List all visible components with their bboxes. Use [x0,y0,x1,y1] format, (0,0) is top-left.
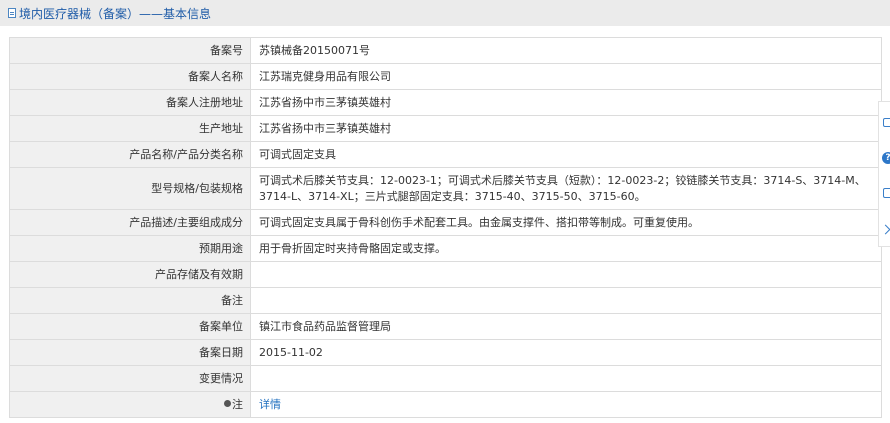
row-value-registrant-name: 江苏瑞克健身用品有限公司 [250,63,882,90]
table-row: 变更情况 [9,365,882,392]
row-value-record-number: 苏镇械备20150071号 [250,37,882,64]
row-value-filing-authority: 镇江市食品药品监督管理局 [250,313,882,340]
table-row: 备案单位 镇江市食品药品监督管理局 [9,313,882,340]
table-row: 预期用途 用于骨折固定时夹持骨骼固定或支撑。 [9,235,882,262]
row-label-production-address: 生产地址 [9,115,251,142]
table-row: 型号规格/包装规格 可调式术后膝关节支具：12-0023-1；可调式术后膝关节支… [9,167,882,210]
row-label-registrant-name: 备案人名称 [9,63,251,90]
row-label-filing-date: 备案日期 [9,339,251,366]
copy-button[interactable] [881,186,890,202]
table-row: 生产地址 江苏省扬中市三茅镇英雄村 [9,115,882,142]
row-value-product-name: 可调式固定支具 [250,141,882,168]
row-label-registrant-address: 备案人注册地址 [9,89,251,116]
table-row: 备案日期 2015-11-02 [9,339,882,366]
row-label-storage-validity: 产品存储及有效期 [9,261,251,288]
row-label-intended-use: 预期用途 [9,235,251,262]
page-title: 境内医疗器械（备案）——基本信息 [19,6,212,21]
info-table: 备案号 苏镇械备20150071号 备案人名称 江苏瑞克健身用品有限公司 备案人… [9,37,882,418]
row-value-note: 详情 [250,391,882,418]
note-icon [224,400,231,407]
note-label: 注 [232,397,243,411]
table-row: 备案号 苏镇械备20150071号 [9,37,882,64]
row-value-product-description: 可调式固定支具属于骨科创伤手术配套工具。由金属支撑件、搭扣带等制成。可重复使用。 [250,209,882,236]
side-toolbar: ? [878,101,890,247]
table-row: 产品名称/产品分类名称 可调式固定支具 [9,141,882,168]
table-row: 产品描述/主要组成成分 可调式固定支具属于骨科创伤手术配套工具。由金属支撑件、搭… [9,209,882,236]
row-value-storage-validity [250,261,882,288]
row-label-filing-authority: 备案单位 [9,313,251,340]
chevron-right-icon [881,224,890,235]
details-link[interactable]: 详情 [259,398,281,411]
table-row: 注 详情 [9,391,882,418]
row-label-remarks: 备注 [9,287,251,314]
help-button[interactable]: ? [881,150,890,166]
row-value-filing-date: 2015-11-02 [250,339,882,366]
document-icon [8,8,16,18]
page-header: 境内医疗器械（备案）——基本信息 [0,0,890,26]
help-icon: ? [882,152,890,164]
copy-icon [883,188,890,198]
table-row: 备注 [9,287,882,314]
row-value-model-spec: 可调式术后膝关节支具：12-0023-1；可调式术后膝关节支具（短款）：12-0… [250,167,882,210]
table-row: 备案人注册地址 江苏省扬中市三茅镇英雄村 [9,89,882,116]
row-value-registrant-address: 江苏省扬中市三茅镇英雄村 [250,89,882,116]
row-label-note: 注 [9,391,251,418]
row-label-change-status: 变更情况 [9,365,251,392]
row-label-model-spec: 型号规格/包装规格 [9,167,251,210]
row-label-product-name: 产品名称/产品分类名称 [9,141,251,168]
row-label-product-description: 产品描述/主要组成成分 [9,209,251,236]
row-label-record-number: 备案号 [9,37,251,64]
table-row: 产品存储及有效期 [9,261,882,288]
share-icon [883,118,890,127]
row-value-production-address: 江苏省扬中市三茅镇英雄村 [250,115,882,142]
share-button[interactable] [881,115,890,131]
collapse-button[interactable] [881,222,890,238]
row-value-change-status [250,365,882,392]
row-value-intended-use: 用于骨折固定时夹持骨骼固定或支撑。 [250,235,882,262]
row-value-remarks [250,287,882,314]
table-row: 备案人名称 江苏瑞克健身用品有限公司 [9,63,882,90]
